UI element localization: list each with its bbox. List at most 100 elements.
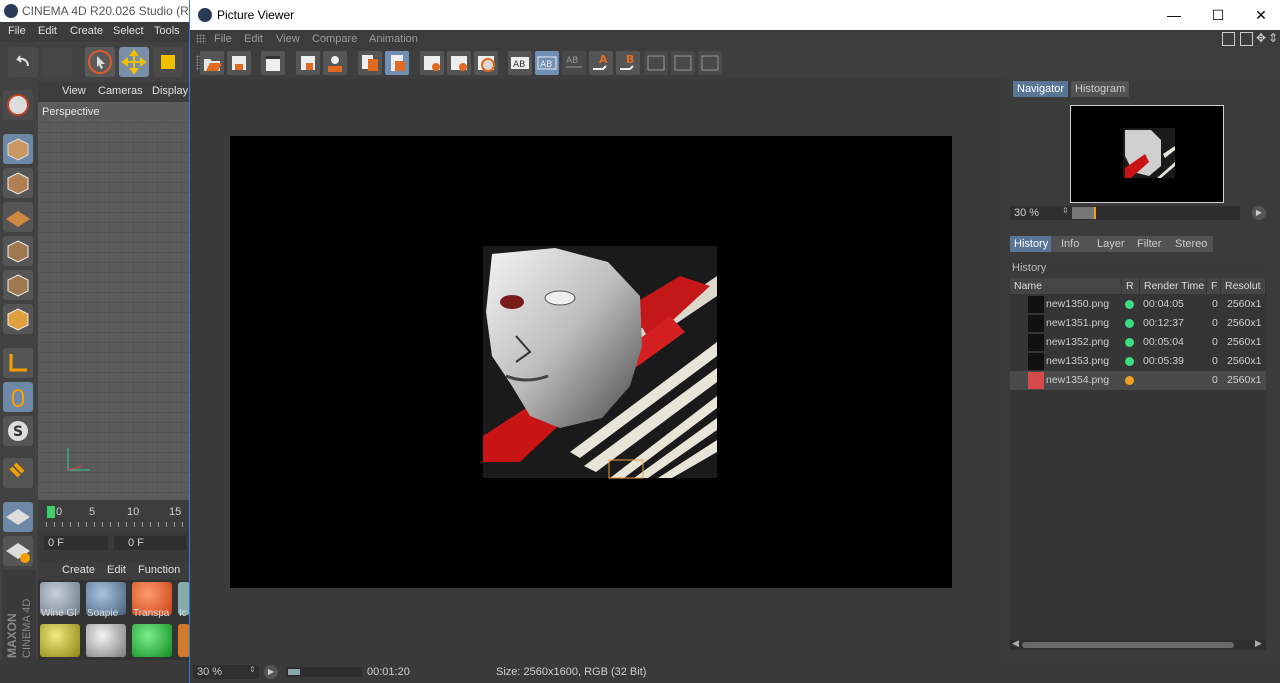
stage-scrollbar[interactable] — [995, 79, 1005, 662]
c4d-menu-create[interactable]: Create — [70, 25, 103, 37]
globe-icon[interactable] — [3, 90, 33, 120]
viewport-menu-display[interactable]: Display — [152, 85, 188, 97]
viewport-menu-view[interactable]: View — [62, 85, 86, 97]
open-file-icon[interactable] — [200, 51, 224, 75]
zoom-stepper-icon[interactable]: ⇕ — [249, 665, 256, 674]
material-menu-function[interactable]: Function — [138, 564, 180, 576]
compare-mode-1-icon[interactable] — [644, 51, 668, 75]
viewport-menu-cameras[interactable]: Cameras — [98, 85, 143, 97]
tab-history[interactable]: History — [1010, 236, 1053, 252]
pv-menu-view[interactable]: View — [276, 33, 300, 45]
edges-mode-icon[interactable] — [3, 270, 33, 300]
axis-icon[interactable] — [3, 348, 33, 378]
tab-filter[interactable]: Filter — [1129, 236, 1170, 252]
scroll-right-icon[interactable]: ▶ — [1255, 638, 1262, 649]
history-row[interactable]: new1354.png 0 2560x1 — [1010, 371, 1266, 390]
set-b-arrow-icon[interactable]: B — [616, 51, 640, 75]
pv-menu-animation[interactable]: Animation — [369, 33, 418, 45]
zoom-stepper-icon[interactable]: ⇕ — [1062, 206, 1069, 215]
image-settings-icon[interactable] — [474, 51, 498, 75]
redo-icon[interactable] — [42, 47, 72, 77]
compare-mode-2-icon[interactable] — [671, 51, 695, 75]
timeline-playhead[interactable] — [47, 506, 55, 518]
image-options-icon[interactable] — [420, 51, 444, 75]
render-person-icon[interactable] — [323, 51, 347, 75]
layout-icon[interactable] — [1222, 32, 1235, 46]
history-row[interactable]: new1353.png 00:05:39 0 2560x1 — [1010, 352, 1266, 371]
material-menu-create[interactable]: Create — [62, 564, 95, 576]
new-panel-icon[interactable] — [1240, 32, 1253, 46]
viewport-menubar: View Cameras Display — [38, 82, 190, 102]
image-stage[interactable] — [190, 79, 1005, 662]
compare-mode-3-icon[interactable] — [698, 51, 722, 75]
navigator-zoom-slider[interactable] — [1072, 206, 1240, 220]
image-export-icon[interactable] — [447, 51, 471, 75]
mouse-tweak-icon[interactable] — [3, 382, 33, 412]
start-frame-field[interactable]: 0 F — [114, 536, 186, 550]
copy-layer-icon[interactable] — [358, 51, 382, 75]
zoom-play-icon[interactable]: ▶ — [1252, 206, 1266, 220]
c4d-menu-edit[interactable]: Edit — [38, 25, 57, 37]
material-swatch[interactable] — [132, 624, 172, 657]
c4d-menu-file[interactable]: File — [8, 25, 26, 37]
col-name[interactable]: Name — [1010, 278, 1122, 294]
move-panel-icon[interactable]: ✥ — [1256, 31, 1266, 45]
history-row[interactable]: new1350.png 00:04:05 0 2560x1 — [1010, 295, 1266, 314]
grid-plane-icon[interactable] — [3, 202, 33, 232]
col-resolution[interactable]: Resolut — [1221, 278, 1266, 294]
scale-tool-icon[interactable] — [153, 47, 183, 77]
workplane-icon[interactable] — [3, 536, 33, 566]
col-render-time[interactable]: Render Time — [1140, 278, 1207, 294]
render-region-icon[interactable] — [296, 51, 320, 75]
tab-info[interactable]: Info — [1051, 236, 1090, 252]
tab-navigator[interactable]: Navigator — [1013, 81, 1069, 97]
magnet-icon[interactable] — [3, 458, 33, 488]
col-frame[interactable]: F — [1207, 278, 1221, 294]
checker-cube-icon[interactable] — [3, 168, 33, 198]
current-frame-field[interactable]: 0 F — [44, 536, 108, 550]
play-icon[interactable]: ▶ — [264, 665, 278, 679]
polygons-mode-icon[interactable] — [3, 304, 33, 334]
pv-menu-edit[interactable]: Edit — [244, 33, 263, 45]
tab-stereo[interactable]: Stereo — [1169, 236, 1214, 252]
c4d-menu-select[interactable]: Select — [113, 25, 144, 37]
pv-menu-file[interactable]: File — [214, 33, 232, 45]
navigator-preview[interactable] — [1070, 105, 1224, 203]
c4d-title-bar: CINEMA 4D R20.026 Studio (RC - — [0, 0, 205, 22]
scroll-left-icon[interactable]: ◀ — [1012, 638, 1019, 649]
zoom-slider-handle[interactable] — [1094, 207, 1096, 219]
minimize-button[interactable]: — — [1152, 0, 1196, 30]
points-mode-icon[interactable] — [3, 236, 33, 266]
history-row[interactable]: new1351.png 00:12:37 0 2560x1 — [1010, 314, 1266, 333]
material-menu-edit[interactable]: Edit — [107, 564, 126, 576]
compare-split-icon[interactable]: AB — [562, 51, 586, 75]
render-canvas[interactable] — [230, 136, 952, 588]
history-row[interactable]: new1352.png 00:05:04 0 2560x1 — [1010, 333, 1266, 352]
close-button[interactable]: ✕ — [1239, 0, 1280, 30]
timeline[interactable]: 0 5 10 15 — [38, 500, 190, 532]
set-a-arrow-icon[interactable]: A — [589, 51, 613, 75]
expand-panel-icon[interactable]: ⇕ — [1268, 31, 1278, 45]
axis-gizmo-icon — [67, 448, 90, 471]
scroll-thumb[interactable] — [1022, 642, 1234, 648]
move-tool-icon[interactable] — [119, 47, 149, 77]
tab-histogram[interactable]: Histogram — [1071, 81, 1130, 97]
snap-s-icon[interactable]: S — [3, 416, 33, 446]
select-tool-icon[interactable] — [85, 47, 115, 77]
save-file-icon[interactable] — [227, 51, 251, 75]
material-swatch[interactable] — [40, 624, 80, 657]
tab-layer[interactable]: Layer — [1089, 236, 1133, 252]
maximize-button[interactable]: ☐ — [1196, 0, 1240, 30]
set-a-icon[interactable]: AB — [508, 51, 532, 75]
c4d-menu-tools[interactable]: Tools — [154, 25, 180, 37]
undo-icon[interactable] — [8, 47, 38, 77]
material-swatch[interactable] — [86, 624, 126, 657]
workplane-lock-icon[interactable] — [3, 502, 33, 532]
pv-menu-compare[interactable]: Compare — [312, 33, 357, 45]
history-hscrollbar[interactable]: ◀ ▶ — [1010, 638, 1266, 650]
render-clapper-icon[interactable] — [261, 51, 285, 75]
compare-ab-icon[interactable]: AB — [535, 51, 559, 75]
cube-icon[interactable] — [3, 134, 33, 164]
col-render-status[interactable]: R — [1122, 278, 1140, 294]
paste-layer-icon[interactable] — [385, 51, 409, 75]
